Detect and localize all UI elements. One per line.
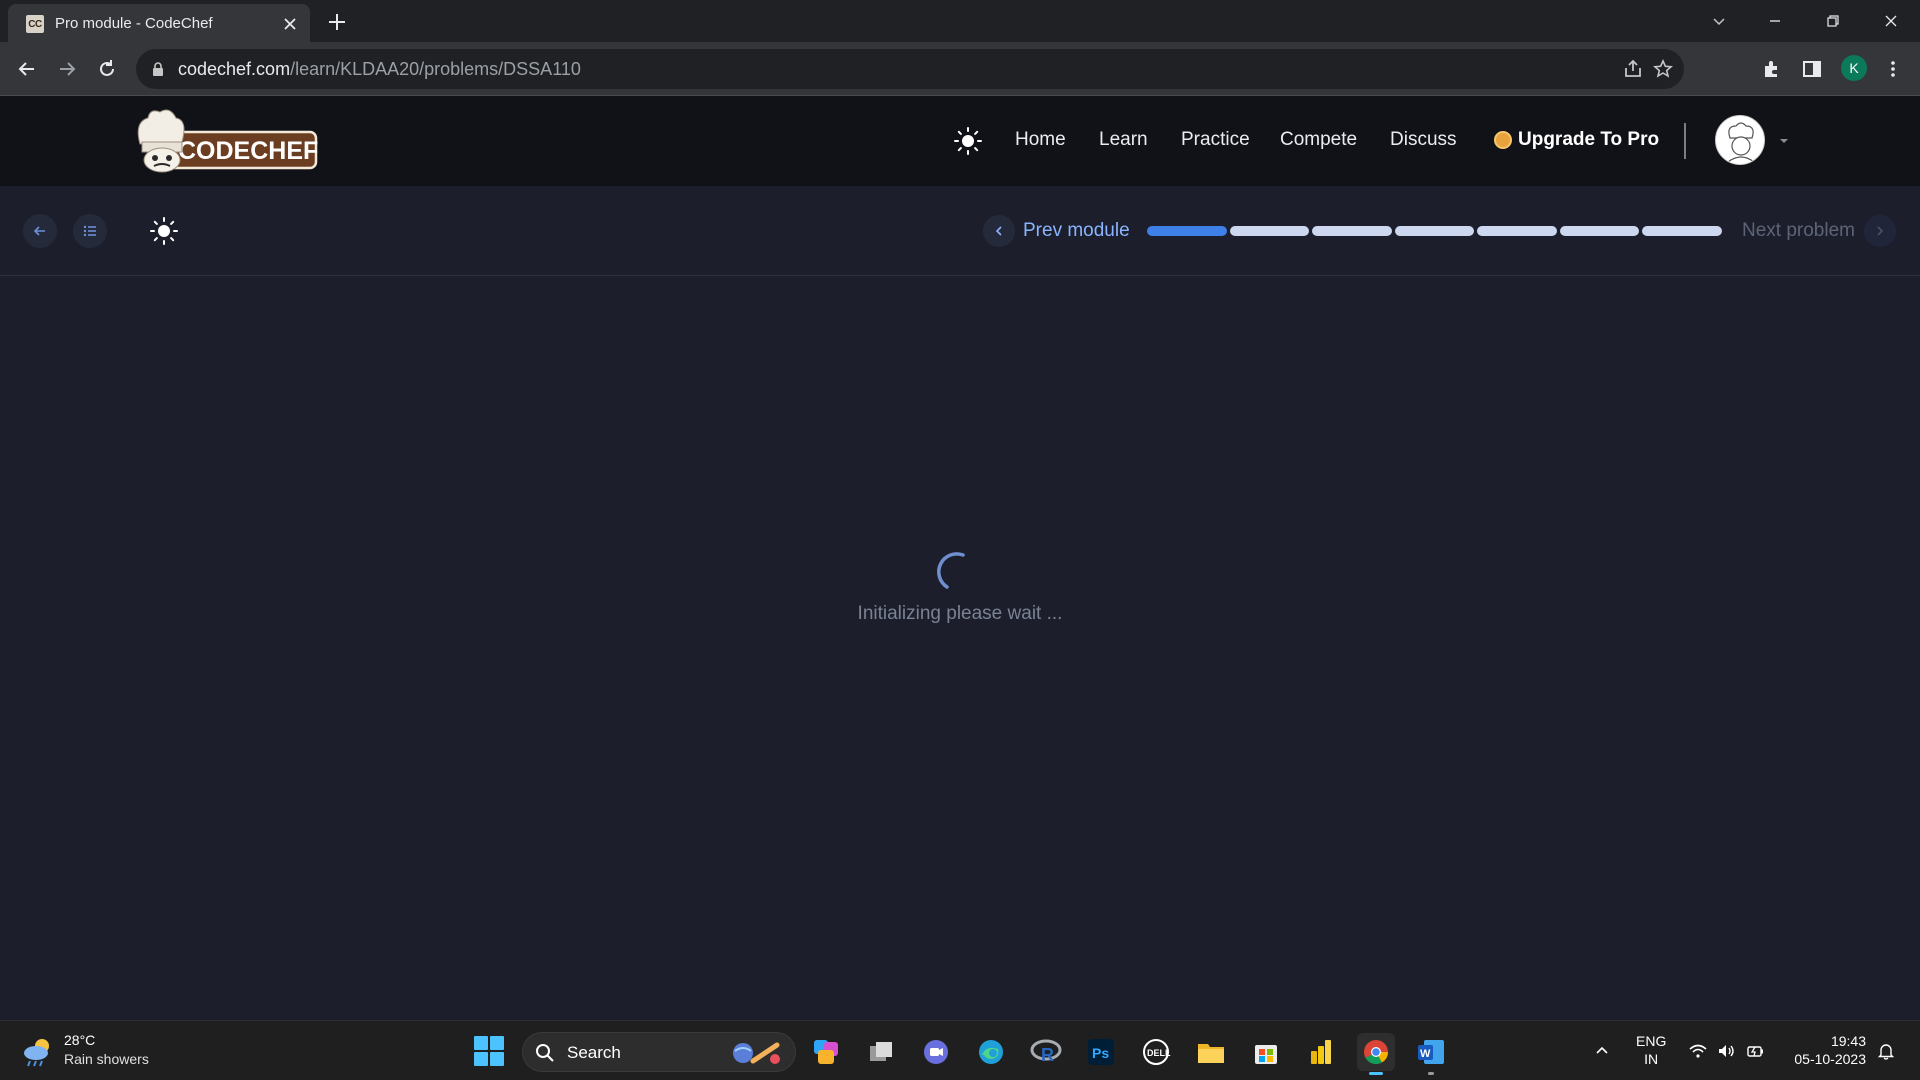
url-text[interactable]: codechef.com/learn/KLDAA20/problems/DSSA…: [178, 59, 581, 80]
r-studio-icon[interactable]: R: [1027, 1033, 1065, 1071]
tab-close-icon[interactable]: [280, 14, 300, 34]
browser-tab[interactable]: CC Pro module - CodeChef: [8, 4, 310, 42]
wifi-icon[interactable]: [1686, 1039, 1710, 1063]
minimize-icon[interactable]: [1760, 6, 1790, 36]
browser-profile-avatar[interactable]: K: [1841, 55, 1867, 81]
list-icon: [83, 225, 96, 237]
volume-icon[interactable]: [1714, 1039, 1738, 1063]
file-explorer-icon[interactable]: [1192, 1033, 1230, 1071]
windows-taskbar: 28°C Rain showers Search R Ps DELL W ENG…: [0, 1020, 1920, 1080]
pro-coin-icon: [1494, 131, 1512, 149]
back-arrow-icon: [33, 226, 45, 236]
progress-segment: [1477, 226, 1557, 236]
photoshop-icon[interactable]: Ps: [1082, 1033, 1120, 1071]
weather-rain-icon[interactable]: [20, 1033, 56, 1069]
prev-module-link[interactable]: Prev module: [1023, 220, 1130, 242]
browser-menu-icon[interactable]: [1880, 56, 1906, 82]
show-hidden-icons-chevron-icon[interactable]: [1590, 1039, 1614, 1063]
teams-chat-icon[interactable]: [917, 1033, 955, 1071]
share-icon[interactable]: [1622, 58, 1644, 80]
browser-toolbar: codechef.com/learn/KLDAA20/problems/DSSA…: [0, 42, 1920, 96]
codechef-favicon-icon: CC: [26, 15, 44, 33]
upgrade-label: Upgrade To Pro: [1518, 129, 1660, 150]
nav-compete[interactable]: Compete: [1280, 129, 1357, 151]
extensions-puzzle-icon[interactable]: [1759, 56, 1785, 82]
forward-arrow-icon[interactable]: [54, 56, 80, 82]
logo-text: CODECHEF: [178, 137, 318, 165]
progress-segment: [1642, 226, 1723, 236]
close-window-icon[interactable]: [1876, 6, 1906, 36]
weather-description[interactable]: Rain showers: [64, 1051, 149, 1067]
address-bar[interactable]: codechef.com/learn/KLDAA20/problems/DSSA…: [136, 49, 1684, 89]
side-panel-icon[interactable]: [1799, 56, 1825, 82]
progress-segment: [1559, 226, 1640, 236]
progress-segment: [1312, 226, 1392, 236]
progress-segment: [1394, 226, 1475, 236]
svg-text:W: W: [1420, 1048, 1431, 1060]
site-header: CODECHEF Home Learn Practice Compete Dis…: [0, 96, 1920, 186]
task-view-icon[interactable]: [862, 1033, 900, 1071]
new-tab-icon[interactable]: [325, 10, 349, 34]
module-toolbar: Prev module Next problem: [0, 186, 1920, 276]
edge-browser-icon[interactable]: [972, 1033, 1010, 1071]
account-dropdown-caret-icon[interactable]: [1778, 136, 1790, 146]
svg-text:DELL: DELL: [1147, 1048, 1171, 1058]
language-indicator[interactable]: ENG IN: [1636, 1032, 1666, 1068]
nav-discuss[interactable]: Discuss: [1390, 129, 1457, 151]
weather-temperature[interactable]: 28°C: [64, 1032, 95, 1048]
user-avatar[interactable]: [1715, 115, 1765, 165]
copilot-app-icon[interactable]: [807, 1033, 845, 1071]
module-progress-bar: [1147, 226, 1723, 236]
loading-spinner-icon: [930, 546, 980, 596]
windows-start-icon[interactable]: [474, 1036, 504, 1066]
lock-icon[interactable]: [150, 61, 166, 77]
search-label: Search: [567, 1043, 621, 1062]
progress-segment: [1147, 226, 1227, 236]
svg-text:Ps: Ps: [1092, 1045, 1109, 1061]
url-path: /learn/KLDAA20/problems/DSSA110: [290, 59, 581, 79]
browser-tabstrip: CC Pro module - CodeChef: [0, 0, 1920, 42]
clock-time: 19:43: [1830, 1033, 1866, 1049]
svg-text:R: R: [1041, 1045, 1054, 1065]
next-problem-link[interactable]: Next problem: [1742, 220, 1855, 242]
prev-module-chevron-icon[interactable]: [983, 215, 1015, 247]
nav-home[interactable]: Home: [1015, 129, 1066, 151]
tab-title: Pro module - CodeChef: [55, 15, 213, 32]
progress-segment: [1229, 226, 1310, 236]
nav-learn[interactable]: Learn: [1099, 129, 1148, 151]
power-bi-icon[interactable]: [1302, 1033, 1340, 1071]
region-code: IN: [1644, 1051, 1659, 1067]
back-to-module-button[interactable]: [23, 214, 57, 248]
next-problem-chevron-icon[interactable]: [1864, 215, 1896, 247]
taskbar-search-box[interactable]: Search: [522, 1032, 796, 1072]
search-icon: [535, 1043, 555, 1063]
codechef-logo[interactable]: CODECHEF: [130, 104, 320, 176]
tab-search-chevron-icon[interactable]: [1704, 6, 1734, 36]
problem-list-button[interactable]: [73, 214, 107, 248]
clock-date: 05-10-2023: [1794, 1051, 1866, 1067]
word-running-indicator: [1428, 1072, 1434, 1075]
restore-icon[interactable]: [1818, 6, 1848, 36]
language-code: ENG: [1636, 1033, 1667, 1049]
upgrade-to-pro-link[interactable]: Upgrade To Pro: [1494, 129, 1659, 151]
battery-charging-icon[interactable]: [1744, 1039, 1768, 1063]
back-arrow-icon[interactable]: [14, 56, 40, 82]
search-highlight-icon: [729, 1039, 785, 1067]
bookmark-star-icon[interactable]: [1652, 58, 1674, 80]
chrome-app-icon[interactable]: [1357, 1033, 1395, 1075]
notification-bell-icon[interactable]: [1874, 1039, 1898, 1063]
taskbar-clock[interactable]: 19:43 05-10-2023: [1786, 1032, 1866, 1068]
chrome-active-indicator: [1369, 1072, 1383, 1075]
dell-app-icon[interactable]: DELL: [1137, 1033, 1175, 1071]
microsoft-store-icon[interactable]: [1247, 1033, 1285, 1071]
sun-icon: [150, 217, 178, 245]
nav-practice[interactable]: Practice: [1181, 129, 1250, 151]
loading-message: Initializing please wait ...: [857, 603, 1063, 624]
header-divider: [1684, 123, 1686, 159]
url-host: codechef.com: [178, 59, 291, 79]
word-app-icon[interactable]: W: [1412, 1033, 1450, 1075]
theme-toggle-sun-icon[interactable]: [953, 126, 983, 156]
reload-icon[interactable]: [94, 56, 120, 82]
theme-toggle-button[interactable]: [147, 214, 181, 248]
